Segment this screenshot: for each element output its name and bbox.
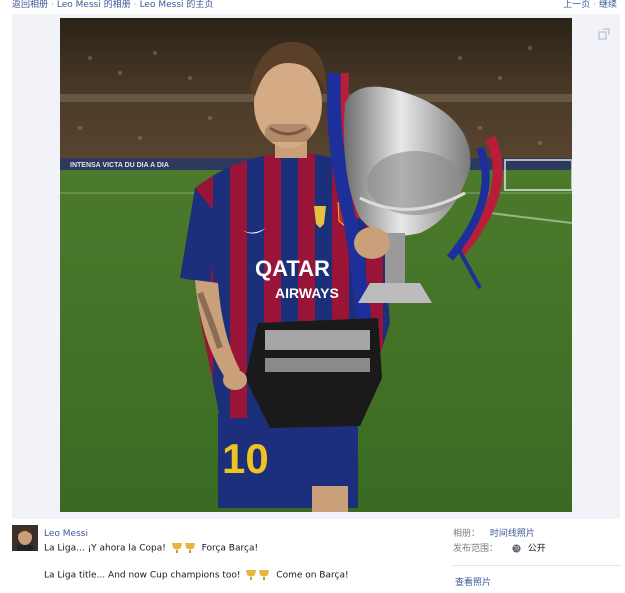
trophy-emoji-icon <box>246 570 270 580</box>
globe-icon <box>512 544 521 553</box>
owner-profile-link[interactable]: Leo Messi 的主页 <box>140 0 214 10</box>
previous-photo-link[interactable]: 上一页 <box>563 0 590 10</box>
photo-viewer-topbar: 返回相册 · Leo Messi 的相册 · Leo Messi 的主页 上一页 · 继续 <box>0 0 625 14</box>
photo-meta: 相册： 时间线照片 发布范围： 公开 <box>453 527 623 557</box>
view-photo-link[interactable]: 查看照片 <box>455 575 491 588</box>
avatar-image <box>12 525 38 551</box>
photo-stage: INTENSA VICTA DU DIA A DIA 10 QATAR AIRW… <box>12 14 620 519</box>
privacy-value[interactable]: 公开 <box>528 544 546 554</box>
shorts-number: 10 <box>222 435 269 482</box>
next-photo-link[interactable]: 继续 <box>599 0 617 10</box>
photo-info-panel: Leo Messi La Liga... ¡Y ahora la Copa! F… <box>0 519 625 593</box>
trophy-base <box>245 318 382 428</box>
breadcrumb-separator: · <box>133 0 137 10</box>
caption-english-ending: Come on Barça! <box>276 570 349 581</box>
privacy-row: 发布范围： 公开 <box>453 542 623 557</box>
sponsor-text-1: QATAR <box>255 256 330 281</box>
breadcrumb: 返回相册 · Leo Messi 的相册 · Leo Messi 的主页 <box>12 0 213 10</box>
caption-english: La Liga title... And now Cup champions t… <box>44 569 349 581</box>
photo-image: INTENSA VICTA DU DIA A DIA 10 QATAR AIRW… <box>60 18 572 512</box>
breadcrumb-separator: · <box>51 0 54 10</box>
pager-separator: · <box>593 0 596 10</box>
privacy-label: 发布范围： <box>453 544 499 554</box>
meta-divider <box>453 565 621 566</box>
album-link[interactable]: 时间线照片 <box>490 529 535 539</box>
avatar[interactable] <box>12 525 38 551</box>
main-photo[interactable]: INTENSA VICTA DU DIA A DIA 10 QATAR AIRW… <box>60 18 572 512</box>
caption-spanish: La Liga... ¡Y ahora la Copa! Força Barça… <box>44 542 258 554</box>
post-owner-link[interactable]: Leo Messi <box>44 529 88 539</box>
caption-spanish-text: La Liga... ¡Y ahora la Copa! <box>44 543 166 554</box>
caption-english-text: La Liga title... And now Cup champions t… <box>44 570 241 581</box>
back-to-album-link[interactable]: 返回相册 <box>12 0 48 10</box>
trophy-emoji-icon <box>171 543 195 553</box>
expand-icon[interactable] <box>598 28 610 40</box>
stadium-banner-text: INTENSA VICTA DU DIA A DIA <box>70 162 169 169</box>
album-label: 相册： <box>453 529 481 539</box>
sponsor-text-2: AIRWAYS <box>275 285 339 301</box>
photo-pager: 上一页 · 继续 <box>563 0 617 10</box>
caption-spanish-ending: Força Barça! <box>201 543 259 554</box>
album-row: 相册： 时间线照片 <box>453 527 623 542</box>
owner-albums-link[interactable]: Leo Messi 的相册 <box>57 0 131 10</box>
